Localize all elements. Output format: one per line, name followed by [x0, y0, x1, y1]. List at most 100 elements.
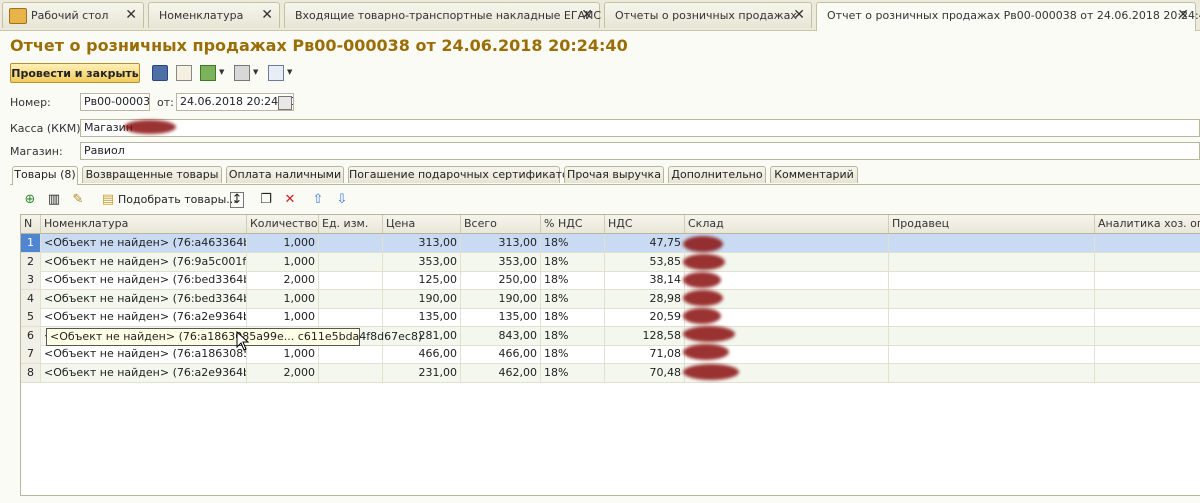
- analytics-cell: [1095, 253, 1200, 271]
- tab-egais-invoices[interactable]: Входящие товарно-транспортные накладные …: [284, 2, 602, 28]
- row-number: 7: [21, 345, 41, 363]
- date-field[interactable]: 24.06.2018 20:24:40: [176, 93, 294, 111]
- seller-cell: [889, 271, 1095, 289]
- shop-field[interactable]: Равиол: [80, 142, 1200, 160]
- close-icon[interactable]: ✕: [1177, 7, 1189, 23]
- tab-gift-certificates[interactable]: Погашение подарочных сертификатов: [348, 166, 575, 183]
- unit-cell: [319, 308, 383, 326]
- col-header[interactable]: Продавец: [889, 215, 1095, 233]
- redaction: [683, 326, 735, 342]
- vat-rate-cell: 18%: [541, 326, 605, 345]
- barcode-icon[interactable]: ▥: [46, 192, 62, 208]
- table-row[interactable]: 1<Объект не найден> (76:a463364b50b...1,…: [21, 234, 1200, 253]
- vat-cell: 20,59: [605, 308, 685, 326]
- row-number: 3: [21, 271, 41, 289]
- post-icon[interactable]: [176, 65, 192, 81]
- price-cell: 466,00: [383, 345, 461, 363]
- col-header[interactable]: N: [21, 215, 41, 233]
- price-cell: 135,00: [383, 308, 461, 326]
- seller-cell: [889, 308, 1095, 326]
- post-and-close-button[interactable]: Провести и закрыть: [10, 63, 140, 83]
- price-cell: 231,00: [383, 363, 461, 382]
- total-cell: 466,00: [461, 345, 541, 363]
- col-header[interactable]: Склад: [685, 215, 889, 233]
- total-cell: 313,00: [461, 234, 541, 252]
- tooltip: <Объект не найден> (76:a1863085a99e... c…: [46, 328, 422, 346]
- vat-rate-cell: 18%: [541, 345, 605, 363]
- nomenclature-cell: <Объект не найден> (76:a2e9364b50b...: [41, 363, 247, 382]
- print-icon[interactable]: [234, 65, 250, 81]
- table-row[interactable]: 3<Объект не найден> (76:bed3364b50b...2,…: [21, 271, 1200, 290]
- tab-goods[interactable]: Товары (8): [12, 166, 78, 185]
- vat-cell: 70,48: [605, 363, 685, 382]
- redaction: [683, 308, 721, 324]
- quantity-cell: 1,000: [247, 308, 319, 326]
- tab-retail-report-current[interactable]: Отчет о розничных продажах Рв00-000038 о…: [816, 2, 1200, 31]
- analytics-cell: [1095, 271, 1200, 289]
- create-based-on-icon[interactable]: [200, 65, 216, 81]
- table-row[interactable]: 2<Объект не найден> (76:9a5c001fd01...1,…: [21, 252, 1200, 272]
- unit-cell: [319, 271, 383, 289]
- total-cell: 250,00: [461, 271, 541, 289]
- unit-cell: [319, 363, 383, 382]
- kassa-field[interactable]: Магазин: [80, 119, 1200, 137]
- vat-cell: 71,08: [605, 345, 685, 363]
- move-icon[interactable]: ↕: [230, 192, 244, 208]
- close-icon[interactable]: ✕: [125, 7, 137, 23]
- close-icon[interactable]: ✕: [261, 7, 273, 23]
- price-cell: 313,00: [383, 234, 461, 252]
- pick-goods-button[interactable]: Подобрать товары...: [118, 193, 237, 206]
- number-field[interactable]: Рв00-000038: [80, 93, 150, 111]
- col-header[interactable]: Ед. изм.: [319, 215, 383, 233]
- tab-other-revenue[interactable]: Прочая выручка: [564, 166, 664, 183]
- row-number: 5: [21, 308, 41, 326]
- table-header: N Номенклатура Количество Ед. изм. Цена …: [21, 215, 1200, 234]
- row-number: 8: [21, 363, 41, 382]
- move-up-icon[interactable]: ⇧: [310, 192, 326, 208]
- col-header[interactable]: Аналитика хоз. опер: [1095, 215, 1200, 233]
- col-header[interactable]: Номенклатура: [41, 215, 247, 233]
- close-icon[interactable]: ✕: [793, 7, 805, 23]
- delete-icon[interactable]: ✕: [282, 192, 298, 208]
- tab-comment[interactable]: Комментарий: [770, 166, 858, 183]
- number-label: Номер:: [10, 96, 51, 109]
- tab-cash-payment[interactable]: Оплата наличными: [226, 166, 344, 183]
- calendar-icon[interactable]: [278, 96, 292, 110]
- grid-toolbar: ⊕ ▥ ✎ ▤ Подобрать товары... ↕ ❐ ✕ ⇧ ⇩: [20, 190, 380, 210]
- analytics-cell: [1095, 234, 1200, 252]
- seller-cell: [889, 234, 1095, 252]
- nomenclature-cell: <Объект не найден> (76:a463364b50b...: [41, 234, 247, 252]
- tab-returned-goods[interactable]: Возвращенные товары: [82, 166, 222, 183]
- analytics-cell: [1095, 327, 1200, 345]
- close-icon[interactable]: ✕: [581, 7, 593, 23]
- col-header[interactable]: % НДС: [541, 215, 605, 233]
- move-down-icon[interactable]: ⇩: [334, 192, 350, 208]
- table-row[interactable]: 5<Объект не найден> (76:a2e9364b50b...1,…: [21, 308, 1200, 327]
- col-header[interactable]: НДС: [605, 215, 685, 233]
- kassa-label: Касса (ККМ):: [10, 122, 85, 135]
- total-cell: 353,00: [461, 252, 541, 271]
- copy-icon[interactable]: ❐: [258, 192, 274, 208]
- add-row-icon[interactable]: ⊕: [22, 192, 38, 208]
- chevron-down-icon[interactable]: ▼: [287, 68, 292, 76]
- vat-rate-cell: 18%: [541, 289, 605, 308]
- nomenclature-cell: <Объект не найден> (76:a2e9364b50b...: [41, 308, 247, 326]
- table-row[interactable]: 4<Объект не найден> (76:bed3364b50b...1,…: [21, 289, 1200, 309]
- chevron-down-icon[interactable]: ▼: [219, 68, 224, 76]
- redaction: [683, 344, 729, 360]
- col-header[interactable]: Цена: [383, 215, 461, 233]
- table-row[interactable]: 8<Объект не найден> (76:a2e9364b50b...2,…: [21, 363, 1200, 383]
- goods-table: N Номенклатура Количество Ед. изм. Цена …: [20, 214, 1200, 496]
- reports-icon[interactable]: [268, 65, 284, 81]
- chevron-down-icon[interactable]: ▼: [253, 68, 258, 76]
- tab-desktop[interactable]: Рабочий стол ✕: [2, 2, 144, 28]
- tab-label: Входящие товарно-транспортные накладные …: [295, 9, 602, 22]
- tab-additional[interactable]: Дополнительно: [668, 166, 766, 183]
- tab-nomenclature[interactable]: Номенклатура ✕: [148, 2, 280, 28]
- col-header[interactable]: Всего: [461, 215, 541, 233]
- edit-icon[interactable]: ✎: [70, 192, 86, 208]
- table-row[interactable]: 7<Объект не найден> (76:a1863085a99...1,…: [21, 345, 1200, 364]
- col-header[interactable]: Количество: [247, 215, 319, 233]
- tab-retail-reports[interactable]: Отчеты о розничных продажах ✕: [604, 2, 812, 28]
- save-icon[interactable]: [152, 65, 168, 81]
